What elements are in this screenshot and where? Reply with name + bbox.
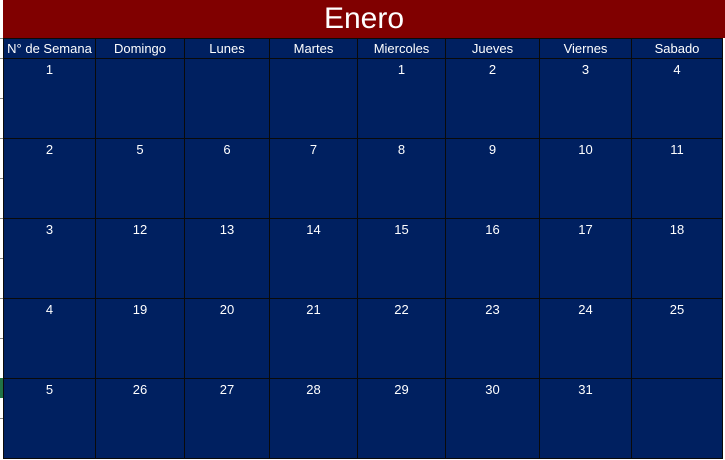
day-cell[interactable]: 8 (357, 138, 446, 219)
week-row: 3 12 13 14 15 16 17 18 (3, 218, 723, 299)
day-cell[interactable]: 30 (445, 378, 540, 459)
day-cell[interactable]: 14 (269, 218, 358, 299)
day-cell[interactable]: 28 (269, 378, 358, 459)
header-thursday[interactable]: Jueves (445, 38, 540, 59)
day-cell[interactable]: 4 (631, 58, 723, 139)
day-cell[interactable]: 6 (184, 138, 270, 219)
day-cell[interactable]: 22 (357, 298, 446, 379)
day-cell[interactable]: 1 (357, 58, 446, 139)
day-cell[interactable]: 21 (269, 298, 358, 379)
day-cell[interactable]: 25 (631, 298, 723, 379)
day-cell[interactable]: 3 (539, 58, 632, 139)
day-cell[interactable]: 29 (357, 378, 446, 459)
day-cell[interactable]: 24 (539, 298, 632, 379)
week-row: 2 5 6 7 8 9 10 11 (3, 138, 723, 219)
week-number-cell[interactable]: 3 (3, 218, 96, 299)
header-week-number[interactable]: N° de Semana (3, 38, 96, 59)
day-cell[interactable]: 10 (539, 138, 632, 219)
week-number-cell[interactable]: 2 (3, 138, 96, 219)
header-sunday[interactable]: Domingo (95, 38, 185, 59)
day-cell[interactable] (269, 58, 358, 139)
month-title[interactable]: Enero (3, 0, 725, 38)
weekday-header-row: N° de Semana Domingo Lunes Martes Mierco… (3, 38, 723, 59)
week-row: 4 19 20 21 22 23 24 25 (3, 298, 723, 379)
header-wednesday[interactable]: Miercoles (357, 38, 446, 59)
day-cell[interactable]: 15 (357, 218, 446, 299)
day-cell[interactable] (631, 378, 723, 459)
day-cell[interactable] (184, 58, 270, 139)
day-cell[interactable]: 7 (269, 138, 358, 219)
day-cell[interactable]: 26 (95, 378, 185, 459)
header-saturday[interactable]: Sabado (631, 38, 723, 59)
day-cell[interactable]: 2 (445, 58, 540, 139)
day-cell[interactable]: 23 (445, 298, 540, 379)
day-cell[interactable]: 31 (539, 378, 632, 459)
week-row: 5 26 27 28 29 30 31 (3, 378, 723, 459)
day-cell[interactable]: 20 (184, 298, 270, 379)
day-cell[interactable]: 12 (95, 218, 185, 299)
header-tuesday[interactable]: Martes (269, 38, 358, 59)
week-number-cell[interactable]: 4 (3, 298, 96, 379)
header-monday[interactable]: Lunes (184, 38, 270, 59)
day-cell[interactable]: 17 (539, 218, 632, 299)
week-number-cell[interactable]: 1 (3, 58, 96, 139)
day-cell[interactable]: 11 (631, 138, 723, 219)
day-cell[interactable]: 16 (445, 218, 540, 299)
day-cell[interactable]: 19 (95, 298, 185, 379)
day-cell[interactable]: 18 (631, 218, 723, 299)
day-cell[interactable]: 5 (95, 138, 185, 219)
day-cell[interactable]: 13 (184, 218, 270, 299)
week-row: 1 1 2 3 4 (3, 58, 723, 139)
day-cell[interactable] (95, 58, 185, 139)
week-number-cell[interactable]: 5 (3, 378, 96, 459)
header-friday[interactable]: Viernes (539, 38, 632, 59)
day-cell[interactable]: 9 (445, 138, 540, 219)
calendar-grid: N° de Semana Domingo Lunes Martes Mierco… (3, 38, 723, 459)
day-cell[interactable]: 27 (184, 378, 270, 459)
